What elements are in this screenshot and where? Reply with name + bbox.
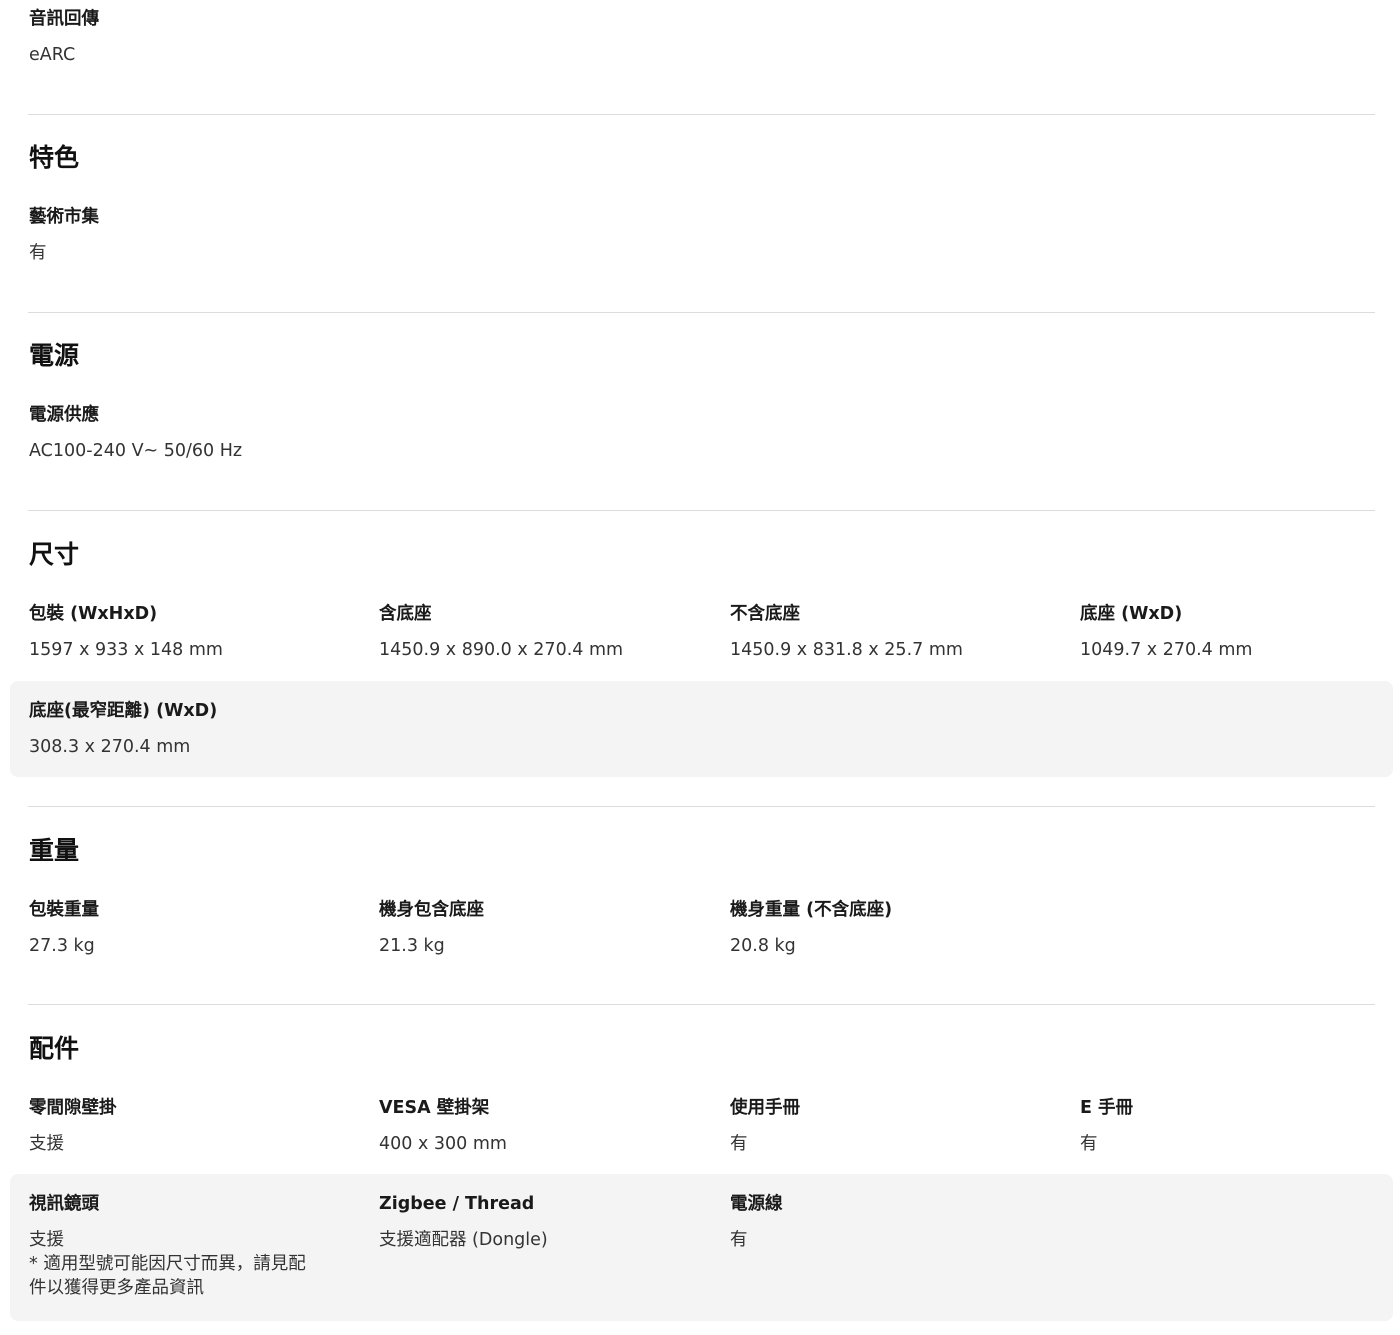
spec-row-weight: 包裝重量 27.3 kg 機身包含底座 21.3 kg 機身重量 (不含底座) … — [10, 898, 1393, 995]
section-title-dimensions: 尺寸 — [29, 540, 80, 569]
spec-label: 零間隙壁掛 — [29, 1098, 117, 1118]
section-divider — [28, 510, 1375, 511]
spec-label: 底座 (WxD) — [1080, 604, 1183, 624]
section-title-accessories: 配件 — [29, 1034, 80, 1063]
spec-value: 20.8 kg — [730, 936, 796, 956]
section-title-features: 特色 — [29, 143, 80, 172]
spec-label: VESA 壁掛架 — [379, 1098, 490, 1118]
spec-row-accessories-2: 視訊鏡頭 支援 * 適用型號可能因尺寸而異，請見配 件以獲得更多產品資訊 Zig… — [10, 1174, 1393, 1321]
section-divider — [28, 806, 1375, 807]
spec-label: 含底座 — [379, 604, 432, 624]
spec-label: 視訊鏡頭 — [29, 1194, 99, 1214]
section-divider — [28, 312, 1375, 313]
spec-row-power: 電源供應 AC100-240 V~ 50/60 Hz — [10, 403, 1393, 500]
spec-label: 使用手冊 — [730, 1098, 800, 1118]
section-divider — [28, 114, 1375, 115]
spec-value-note: * 適用型號可能因尺寸而異，請見配 — [29, 1254, 306, 1274]
spec-value: 支援 — [29, 1134, 64, 1154]
spec-value: AC100-240 V~ 50/60 Hz — [29, 441, 243, 461]
spec-value-main: 支援 — [29, 1230, 64, 1250]
spec-label: 底座(最窄距離) (WxD) — [29, 701, 218, 721]
spec-row-features: 藝術市集 有 — [10, 205, 1393, 302]
spec-value: 有 — [730, 1134, 748, 1154]
spec-value-note: 件以獲得更多產品資訊 — [29, 1278, 204, 1298]
spec-value: 1049.7 x 270.4 mm — [1080, 640, 1253, 660]
spec-value: 21.3 kg — [379, 936, 445, 956]
spec-label: 機身包含底座 — [379, 900, 484, 920]
spec-label: 包裝 (WxHxD) — [29, 604, 158, 624]
spec-value: 1450.9 x 831.8 x 25.7 mm — [730, 640, 963, 660]
spec-value: 400 x 300 mm — [379, 1134, 507, 1154]
spec-value: 有 — [730, 1230, 748, 1250]
spec-label: Zigbee / Thread — [379, 1194, 535, 1214]
spec-label: 音訊回傳 — [29, 9, 99, 29]
spec-value: 27.3 kg — [29, 936, 95, 956]
spec-label: 藝術市集 — [29, 207, 99, 227]
spec-value: 有 — [1080, 1134, 1098, 1154]
spec-label: 電源供應 — [29, 405, 99, 425]
spec-label: 機身重量 (不含底座) — [730, 900, 893, 920]
spec-row-audio: 音訊回傳 eARC — [10, 7, 1393, 104]
spec-value: 支援 * 適用型號可能因尺寸而異，請見配 件以獲得更多產品資訊 — [29, 1228, 349, 1300]
spec-value: 1597 x 933 x 148 mm — [29, 640, 223, 660]
spec-value: eARC — [29, 45, 76, 65]
spec-row-dimensions-2: 底座(最窄距離) (WxD) 308.3 x 270.4 mm — [10, 681, 1393, 777]
spec-page: 音訊回傳 eARC 特色 藝術市集 有 電源 電源供應 AC100-240 V~… — [0, 0, 1400, 1335]
spec-label: 電源線 — [730, 1194, 783, 1214]
section-title-weight: 重量 — [29, 836, 80, 865]
spec-value: 有 — [29, 243, 47, 263]
section-title-power: 電源 — [29, 341, 80, 370]
spec-value: 308.3 x 270.4 mm — [29, 737, 191, 757]
spec-label: 不含底座 — [730, 604, 800, 624]
spec-label: E 手冊 — [1080, 1098, 1134, 1118]
spec-label: 包裝重量 — [29, 900, 99, 920]
spec-value: 支援適配器 (Dongle) — [379, 1230, 548, 1250]
spec-value: 1450.9 x 890.0 x 270.4 mm — [379, 640, 624, 660]
section-divider — [28, 1004, 1375, 1005]
